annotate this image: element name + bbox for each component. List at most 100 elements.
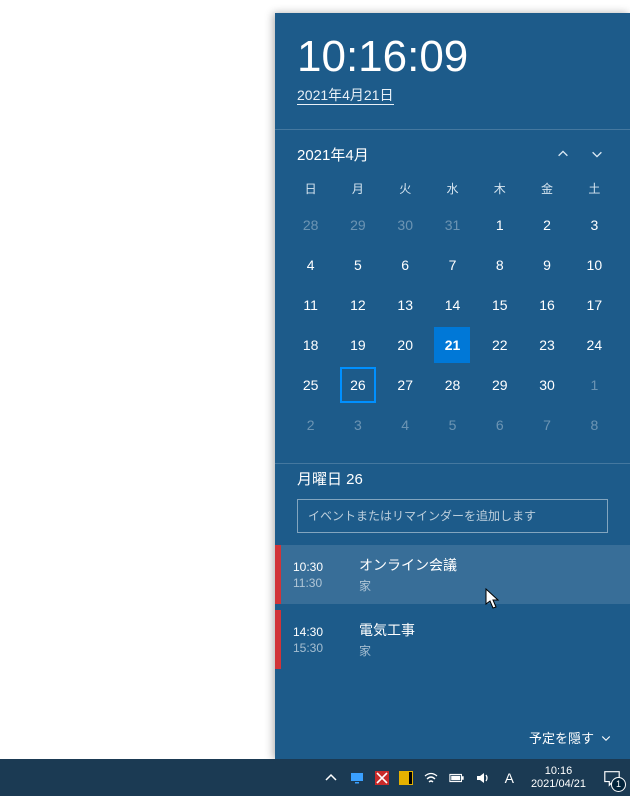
agenda-event[interactable]: 14:30 15:30電気工事家 <box>275 610 630 669</box>
prev-month-button[interactable] <box>546 140 580 168</box>
agenda-header: 月曜日 26 <box>275 464 630 499</box>
next-month-button[interactable] <box>580 140 614 168</box>
speaker-icon <box>475 770 491 786</box>
event-location: 家 <box>359 577 457 594</box>
chevron-down-icon <box>590 147 604 161</box>
add-event-input[interactable] <box>297 499 608 533</box>
calendar-day[interactable]: 10 <box>571 247 618 283</box>
calendar-month-label[interactable]: 2021年4月 <box>297 144 546 165</box>
clock-section: 10:16:09 2021年4月21日 <box>275 13 630 119</box>
wifi-icon <box>423 770 439 786</box>
calendar-day[interactable]: 8 <box>476 247 523 283</box>
calendar-day[interactable]: 14 <box>429 287 476 323</box>
calendar-day[interactable]: 9 <box>523 247 570 283</box>
ime-indicator[interactable]: A <box>496 759 523 796</box>
calendar-day[interactable]: 28 <box>287 207 334 243</box>
tray-app-icon[interactable] <box>370 759 394 796</box>
calendar-day[interactable]: 4 <box>287 247 334 283</box>
taskbar: A 10:16 2021/04/21 1 <box>0 759 630 796</box>
calendar-day[interactable]: 1 <box>571 367 618 403</box>
taskbar-clock[interactable]: 10:16 2021/04/21 <box>523 759 594 796</box>
calendar-day[interactable]: 23 <box>523 327 570 363</box>
hide-agenda-label: 予定を隠す <box>529 728 594 747</box>
calendar-day[interactable]: 7 <box>429 247 476 283</box>
calendar-day[interactable]: 30 <box>382 207 429 243</box>
system-tray: A 10:16 2021/04/21 1 <box>318 759 630 796</box>
calendar-day[interactable]: 25 <box>287 367 334 403</box>
calendar-day-header: 土 <box>571 176 618 203</box>
calendar-day-header: 火 <box>382 176 429 203</box>
calendar-day-header: 金 <box>523 176 570 203</box>
chevron-down-icon <box>600 732 612 744</box>
calendar-day[interactable]: 16 <box>523 287 570 323</box>
battery-icon <box>449 770 465 786</box>
calendar-day[interactable]: 3 <box>571 207 618 243</box>
calendar-day[interactable]: 29 <box>334 207 381 243</box>
calendar-day[interactable]: 27 <box>382 367 429 403</box>
tray-app-icon[interactable] <box>394 759 418 796</box>
tray-overflow-button[interactable] <box>318 759 344 796</box>
calendar-day[interactable]: 2 <box>287 407 334 443</box>
event-title: 電気工事 <box>359 620 415 640</box>
calendar-day[interactable]: 19 <box>334 327 381 363</box>
calendar-day[interactable]: 21 <box>429 327 476 363</box>
agenda-section: 月曜日 26 10:3011:30オンライン会議家14:3015:30電気工事家… <box>275 464 630 759</box>
calendar-day[interactable]: 30 <box>523 367 570 403</box>
calendar-day[interactable]: 1 <box>476 207 523 243</box>
calendar-day[interactable]: 20 <box>382 327 429 363</box>
clock-date-link[interactable]: 2021年4月21日 <box>297 85 608 105</box>
calendar-day[interactable]: 26 <box>334 367 381 403</box>
calendar-day[interactable]: 6 <box>382 247 429 283</box>
clock-time: 10:16:09 <box>297 35 608 79</box>
tray-battery-icon[interactable] <box>444 759 470 796</box>
tray-volume-icon[interactable] <box>470 759 496 796</box>
tray-app-icon[interactable] <box>344 759 370 796</box>
event-times: 10:3011:30 <box>281 560 359 590</box>
event-body: オンライン会議家 <box>359 555 457 594</box>
calendar-day[interactable]: 22 <box>476 327 523 363</box>
hide-agenda-button[interactable]: 予定を隠す <box>275 718 630 759</box>
event-location: 家 <box>359 642 415 659</box>
action-center-button[interactable]: 1 <box>594 759 630 796</box>
calendar-day[interactable]: 24 <box>571 327 618 363</box>
calendar-day[interactable]: 4 <box>382 407 429 443</box>
calendar-day[interactable]: 2 <box>523 207 570 243</box>
calendar-day[interactable]: 5 <box>429 407 476 443</box>
notification-badge: 1 <box>611 777 626 792</box>
taskbar-clock-date: 2021/04/21 <box>531 778 586 791</box>
calendar-day[interactable]: 29 <box>476 367 523 403</box>
chevron-up-icon <box>323 770 339 786</box>
calendar-day[interactable]: 17 <box>571 287 618 323</box>
calendar-day[interactable]: 12 <box>334 287 381 323</box>
red-app-icon <box>375 771 389 785</box>
calendar-day-header: 水 <box>429 176 476 203</box>
calendar-day[interactable]: 3 <box>334 407 381 443</box>
event-end-time: 11:30 <box>293 576 359 590</box>
calendar-day[interactable]: 18 <box>287 327 334 363</box>
calendar-day[interactable]: 15 <box>476 287 523 323</box>
tray-network-icon[interactable] <box>418 759 444 796</box>
calendar-day[interactable]: 8 <box>571 407 618 443</box>
calendar-day[interactable]: 13 <box>382 287 429 323</box>
event-times: 14:30 15:30 <box>281 625 359 655</box>
chevron-up-icon <box>556 147 570 161</box>
calendar-day[interactable]: 7 <box>523 407 570 443</box>
taskbar-clock-time: 10:16 <box>545 765 573 778</box>
event-start-time: 14:30 <box>293 625 359 639</box>
calendar-nav: 2021年4月 <box>275 130 630 174</box>
calendar-day[interactable]: 31 <box>429 207 476 243</box>
calendar-flyout: 10:16:09 2021年4月21日 2021年4月 日月火水木金土28293… <box>275 13 630 759</box>
calendar-day[interactable]: 5 <box>334 247 381 283</box>
event-body: 電気工事家 <box>359 620 415 659</box>
monitor-icon <box>349 770 365 786</box>
calendar-day-header: 木 <box>476 176 523 203</box>
calendar-day[interactable]: 6 <box>476 407 523 443</box>
event-title: オンライン会議 <box>359 555 457 575</box>
calendar-day[interactable]: 11 <box>287 287 334 323</box>
calendar-day[interactable]: 28 <box>429 367 476 403</box>
event-end-time: 15:30 <box>293 641 359 655</box>
spacer <box>275 675 630 718</box>
calendar-day-header: 日 <box>287 176 334 203</box>
agenda-event[interactable]: 10:3011:30オンライン会議家 <box>275 545 630 604</box>
event-list: 10:3011:30オンライン会議家14:3015:30電気工事家 <box>275 545 630 675</box>
